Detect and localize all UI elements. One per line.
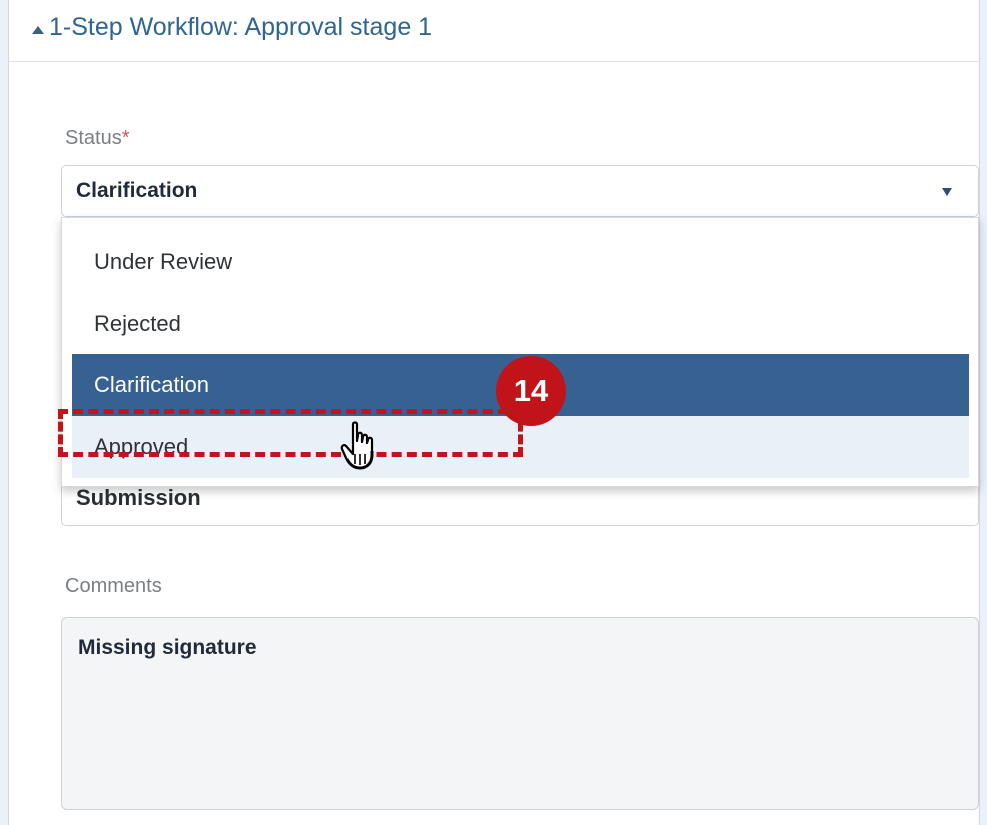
status-label-text: Status xyxy=(65,127,122,149)
submission-value: Submission xyxy=(76,485,201,510)
status-select[interactable]: Clarification xyxy=(61,165,979,217)
status-option-clarification[interactable]: Clarification xyxy=(72,354,969,416)
caret-down-icon[interactable] xyxy=(942,188,952,196)
collapse-triangle-icon[interactable] xyxy=(32,26,44,34)
required-marker: * xyxy=(121,127,130,149)
status-option-approved[interactable]: Approved xyxy=(72,416,969,478)
status-dropdown-menu: Under Review Rejected Clarification Appr… xyxy=(61,217,979,487)
workflow-panel: 1-Step Workflow: Approval stage 1 Status… xyxy=(8,0,980,825)
comments-label: Comments xyxy=(65,575,162,597)
status-option-under-review[interactable]: Under Review xyxy=(72,231,969,293)
status-option-rejected[interactable]: Rejected xyxy=(72,293,969,355)
comments-textarea[interactable]: Missing signature xyxy=(61,617,979,810)
panel-title[interactable]: 1-Step Workflow: Approval stage 1 xyxy=(49,13,432,42)
panel-header[interactable]: 1-Step Workflow: Approval stage 1 xyxy=(9,0,979,62)
status-label: Status* xyxy=(65,127,130,150)
comments-value: Missing signature xyxy=(78,636,257,659)
status-select-value: Clarification xyxy=(76,179,198,202)
